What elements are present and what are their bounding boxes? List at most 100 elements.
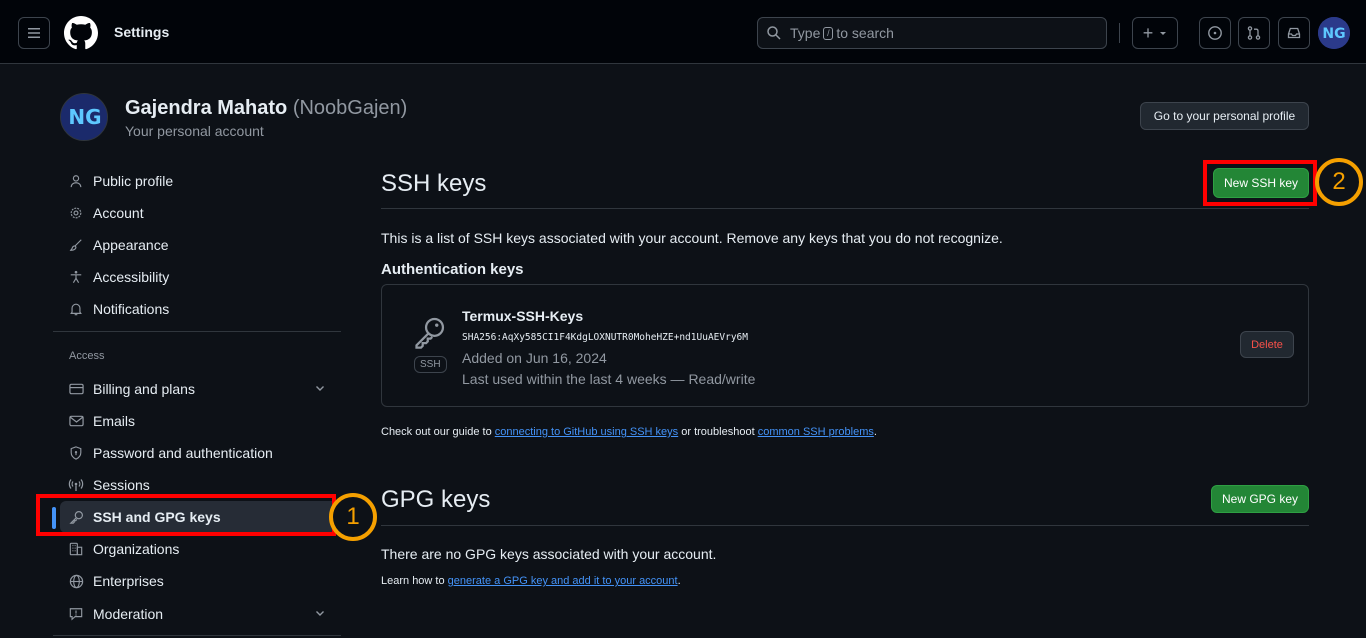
top-header: Settings Type / to search + NG — [0, 0, 1366, 64]
profile-display-name: Gajendra Mahato — [125, 97, 288, 119]
shield-lock-icon — [68, 445, 84, 461]
search-shortcut-key: / — [823, 26, 834, 40]
sidebar-item-accessibility[interactable]: Accessibility — [60, 261, 340, 293]
sidebar-item-moderation[interactable]: Moderation — [60, 598, 340, 630]
gpg-keys-title: GPG keys — [381, 486, 491, 513]
guide-text-pre: Check out our guide to — [381, 426, 492, 438]
broadcast-icon — [68, 477, 84, 493]
sidebar-item-label: Account — [93, 205, 144, 221]
sidebar-item-label: Billing and plans — [93, 381, 195, 397]
delete-ssh-key-button[interactable]: Delete — [1240, 331, 1294, 358]
ssh-key-fingerprint: SHA256:AqXy585CI1F4KdgLOXNUTR0MoheHZE+nd… — [462, 332, 748, 343]
header-divider — [1119, 23, 1120, 43]
create-new-button[interactable]: + — [1132, 17, 1178, 49]
mail-icon — [68, 413, 84, 429]
common-ssh-problems-link[interactable]: common SSH problems — [758, 426, 874, 438]
github-logo-icon[interactable] — [64, 16, 98, 50]
sidebar-item-label: Public profile — [93, 173, 174, 189]
section-divider — [381, 208, 1309, 209]
issues-button[interactable] — [1199, 17, 1231, 49]
sidebar-item-label: Enterprises — [93, 573, 164, 589]
sidebar-item-account[interactable]: Account — [60, 197, 340, 229]
sidebar-item-label: Sessions — [93, 477, 150, 493]
ssh-description: This is a list of SSH keys associated wi… — [381, 230, 1003, 246]
guide-text-post: . — [873, 426, 877, 438]
search-icon — [767, 26, 781, 40]
profile-subtitle: Your personal account — [125, 123, 264, 139]
avatar-image: NG — [1318, 17, 1350, 49]
sidebar-heading-access: Access — [69, 350, 105, 362]
profile-handle: (NoobGajen) — [292, 97, 408, 119]
svg-text:NG: NG — [68, 105, 101, 129]
ssh-keys-title: SSH keys — [381, 170, 487, 197]
gpg-learn-text: Learn how to generate a GPG key and add … — [381, 575, 681, 587]
sidebar-item-label: Appearance — [93, 237, 169, 253]
organization-icon — [68, 541, 84, 557]
search-placeholder-pre: Type — [790, 25, 821, 41]
chevron-down-icon[interactable] — [314, 382, 326, 394]
inbox-icon — [1287, 27, 1301, 39]
inbox-button[interactable] — [1278, 17, 1310, 49]
ssh-guide-text: Check out our guide to connecting to Git… — [381, 426, 877, 438]
generate-gpg-key-link[interactable]: generate a GPG key and add it to your ac… — [448, 575, 678, 587]
avatar-image: NG — [61, 94, 107, 140]
profile-name[interactable]: Gajendra Mahato (NoobGajen) — [125, 97, 407, 120]
git-pull-request-icon — [1247, 26, 1261, 40]
sidebar-divider — [53, 635, 341, 636]
sidebar-item-notifications[interactable]: Notifications — [60, 293, 340, 325]
sidebar-item-enterprises[interactable]: Enterprises — [60, 565, 340, 597]
credit-card-icon — [68, 381, 84, 397]
search-placeholder-post: to search — [836, 25, 894, 41]
ssh-badge: SSH — [414, 356, 447, 373]
sidebar-item-label: Accessibility — [93, 269, 170, 285]
learn-text-post: . — [677, 575, 681, 587]
ssh-key-added-date: Added on Jun 16, 2024 — [462, 350, 607, 366]
header-title[interactable]: Settings — [114, 24, 169, 40]
sidebar-item-billing[interactable]: Billing and plans — [60, 373, 340, 405]
bell-icon — [68, 301, 84, 317]
new-gpg-key-button[interactable]: New GPG key — [1211, 485, 1309, 513]
sidebar-item-public-profile[interactable]: Public profile — [60, 165, 340, 197]
ssh-key-item: SSH Termux-SSH-Keys SHA256:AqXy585CI1F4K… — [381, 284, 1309, 407]
annotation-step-2: 2 — [1315, 158, 1363, 206]
authentication-keys-heading: Authentication keys — [381, 261, 524, 278]
annotation-highlight-new-ssh — [1203, 160, 1317, 206]
chevron-down-icon[interactable] — [314, 607, 326, 619]
sidebar-item-label: Emails — [93, 413, 136, 429]
gear-icon — [68, 205, 84, 221]
annotation-step-1: 1 — [329, 493, 377, 541]
sidebar-item-label: Moderation — [93, 606, 164, 622]
go-to-profile-button[interactable]: Go to your personal profile — [1140, 102, 1309, 130]
annotation-highlight-ssh-gpg — [36, 494, 336, 536]
key-icon — [415, 317, 445, 349]
report-icon — [68, 606, 84, 622]
sidebar-item-label: Organizations — [93, 541, 180, 557]
pull-requests-button[interactable] — [1238, 17, 1270, 49]
ssh-key-name: Termux-SSH-Keys — [462, 308, 584, 324]
sidebar-item-appearance[interactable]: Appearance — [60, 229, 340, 261]
learn-text-pre: Learn how to — [381, 575, 445, 587]
guide-text-mid: or troubleshoot — [681, 426, 755, 438]
issue-opened-icon — [1208, 26, 1222, 40]
menu-button[interactable] — [18, 17, 50, 49]
globe-icon — [68, 573, 84, 589]
plus-icon: + — [1142, 22, 1154, 43]
sidebar-item-organizations[interactable]: Organizations — [60, 533, 340, 565]
section-divider — [381, 525, 1309, 526]
ssh-key-last-used: Last used within the last 4 weeks — Read… — [462, 371, 756, 387]
sidebar-item-label: Notifications — [93, 301, 170, 317]
user-avatar[interactable]: NG — [1318, 17, 1350, 49]
connecting-ssh-link[interactable]: connecting to GitHub using SSH keys — [495, 426, 678, 438]
person-icon — [68, 173, 84, 189]
profile-avatar[interactable]: NG — [60, 93, 108, 141]
accessibility-icon — [68, 269, 84, 285]
search-input[interactable]: Type / to search — [757, 17, 1107, 49]
paintbrush-icon — [68, 237, 84, 253]
sidebar-item-label: Password and authentication — [93, 445, 273, 461]
gpg-empty-text: There are no GPG keys associated with yo… — [381, 546, 717, 562]
triangle-down-icon — [1160, 32, 1167, 35]
sidebar-item-password-authentication[interactable]: Password and authentication — [60, 437, 340, 469]
svg-text:NG: NG — [1322, 26, 1345, 42]
sidebar-item-emails[interactable]: Emails — [60, 405, 340, 437]
hamburger-icon — [28, 28, 40, 38]
